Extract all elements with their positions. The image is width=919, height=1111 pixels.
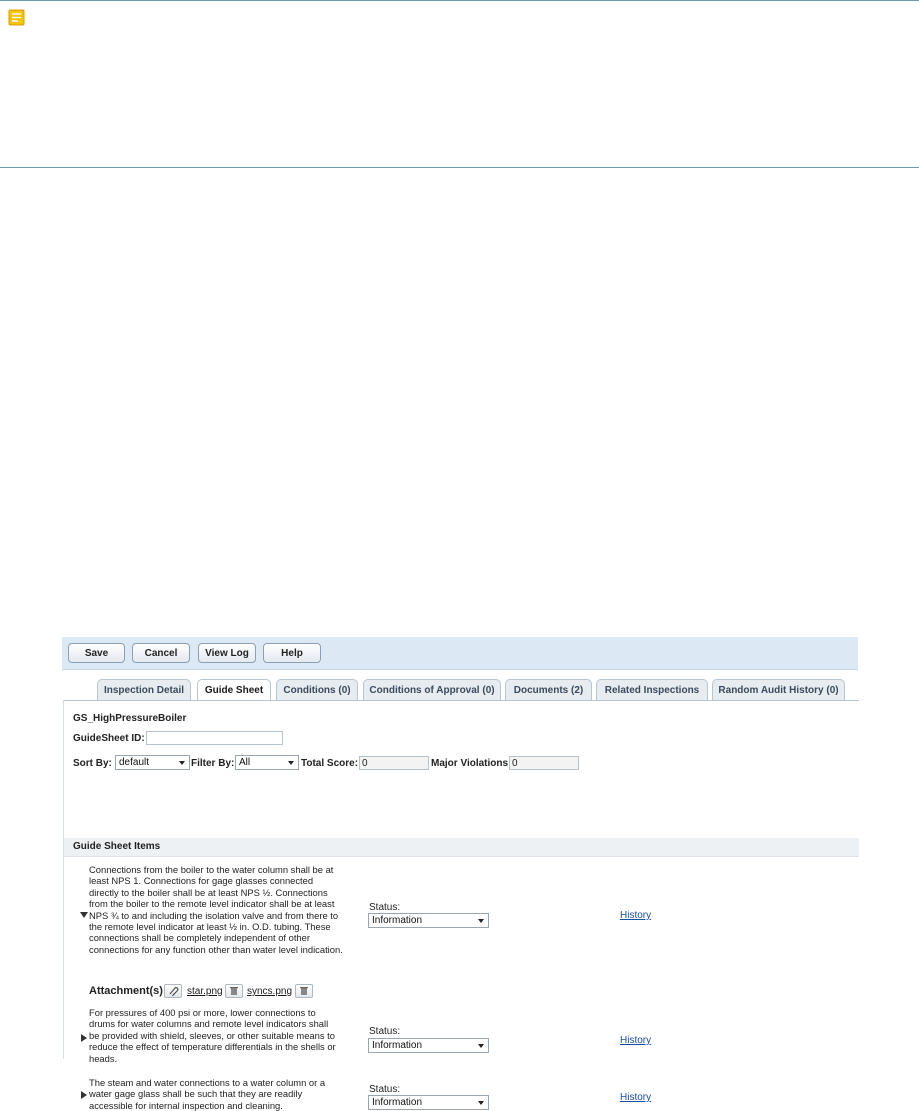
- item-line: drums for water columns and remote level…: [89, 1018, 329, 1030]
- item-line: the remote level indicator at least ½ in…: [89, 921, 331, 933]
- inspection-app: Save Cancel View Log Help Inspection Det…: [62, 637, 859, 1111]
- item-2-status-value: Information: [372, 1040, 423, 1051]
- total-score-value: 0: [362, 758, 368, 769]
- item-line: connections for any function other than …: [89, 943, 343, 955]
- item-2-history-link[interactable]: History: [620, 1035, 651, 1046]
- guidesheet-id-field[interactable]: [146, 731, 283, 745]
- major-violations-field: 0: [509, 756, 579, 770]
- help-button[interactable]: Help: [263, 643, 321, 663]
- chevron-down-icon: [478, 919, 484, 923]
- item-line: directly to the boiler shall be at least…: [89, 886, 328, 898]
- attachment-file-link[interactable]: star.png: [187, 986, 223, 997]
- item-3-history-link[interactable]: History: [620, 1092, 651, 1103]
- view-log-button[interactable]: View Log: [198, 643, 256, 663]
- item-line: NPS ¾ to and including the isolation val…: [89, 909, 339, 921]
- item-line: connections shall be completely independ…: [89, 932, 310, 944]
- note-icon: [8, 9, 25, 26]
- item-line: The steam and water connections to a wat…: [89, 1077, 326, 1088]
- major-violations-value: 0: [512, 758, 518, 769]
- total-score-label: Total Score:: [301, 758, 359, 769]
- save-button[interactable]: Save: [68, 643, 125, 663]
- sort-by-select[interactable]: default: [115, 755, 190, 770]
- attachments-label: Attachment(s) :: [89, 985, 170, 997]
- item-1-status-select[interactable]: Information: [368, 913, 489, 928]
- note-bottom-rule: [0, 167, 919, 168]
- item-line: water gage glass shall be such that they…: [89, 1088, 303, 1100]
- trash-icon[interactable]: [225, 984, 243, 998]
- triangle-right-icon[interactable]: [81, 1091, 87, 1099]
- tab-related-inspections[interactable]: Related Inspections: [596, 679, 708, 701]
- guide-sheet-panel: GS_HighPressureBoiler GuideSheet ID: Sor…: [63, 700, 859, 1111]
- filter-by-label: Filter By:: [191, 758, 235, 769]
- item-line: accessible for internal inspection and c…: [89, 1099, 283, 1111]
- tab-conditions[interactable]: Conditions (0): [276, 679, 358, 701]
- tab-inspection-detail[interactable]: Inspection Detail: [97, 679, 191, 701]
- item-line: For pressures of 400 psi or more, lower …: [89, 1007, 316, 1018]
- guide-sheet-items-header: Guide Sheet Items: [64, 838, 859, 857]
- item-1-history-link[interactable]: History: [620, 910, 651, 921]
- triangle-down-icon[interactable]: [80, 912, 88, 918]
- tab-bar: Inspection Detail Guide Sheet Conditions…: [62, 679, 858, 702]
- guidesheet-name: GS_HighPressureBoiler: [73, 713, 187, 724]
- sort-by-label: Sort By:: [73, 758, 112, 769]
- cancel-button[interactable]: Cancel: [132, 643, 190, 663]
- guide-sheet-items-title: Guide Sheet Items: [73, 841, 161, 852]
- filter-by-value: All: [239, 757, 251, 768]
- triangle-right-icon[interactable]: [81, 1034, 87, 1042]
- toolbar: Save Cancel View Log Help: [62, 637, 858, 670]
- tab-guide-sheet[interactable]: Guide Sheet: [197, 679, 271, 702]
- item-1-status-label: Status:: [369, 902, 401, 913]
- item-line: least NPS 1. Connections for gage glasse…: [89, 875, 314, 887]
- trash-icon[interactable]: [295, 984, 313, 998]
- tab-conditions-of-approval[interactable]: Conditions of Approval (0): [363, 679, 501, 701]
- chevron-down-icon: [478, 1101, 484, 1105]
- note-top-rule: [0, 0, 919, 1]
- item-1-status-value: Information: [372, 915, 423, 926]
- guidesheet-id-label: GuideSheet ID:: [73, 733, 145, 744]
- major-violations-label: Major Violations:: [431, 758, 512, 769]
- total-score-field: 0: [359, 756, 429, 770]
- item-line: reduce the effect of temperature differe…: [89, 1041, 336, 1053]
- chevron-down-icon: [179, 761, 185, 765]
- chevron-down-icon: [288, 761, 294, 765]
- tab-documents[interactable]: Documents (2): [505, 679, 592, 701]
- item-3-status-label: Status:: [369, 1084, 401, 1095]
- item-3-status-value: Information: [372, 1097, 423, 1108]
- sort-by-value: default: [119, 757, 150, 768]
- item-line: Connections from the boiler to the water…: [89, 864, 334, 875]
- item-2-status-select[interactable]: Information: [368, 1038, 489, 1053]
- chevron-down-icon: [478, 1044, 484, 1048]
- item-3-status-select[interactable]: Information: [368, 1095, 489, 1110]
- paperclip-icon[interactable]: [164, 984, 182, 998]
- item-line: be provided with shield, sleeves, or oth…: [89, 1029, 335, 1041]
- item-3-text: The steam and water connections to a wat…: [89, 1077, 359, 1111]
- filter-by-select[interactable]: All: [235, 755, 299, 770]
- item-line: heads.: [89, 1052, 118, 1064]
- attachment-file-link[interactable]: syncs.png: [247, 986, 292, 997]
- tab-random-audit-history[interactable]: Random Audit History (0): [712, 679, 845, 701]
- item-2-status-label: Status:: [369, 1026, 401, 1037]
- item-line: from the boiler to the remote level indi…: [89, 898, 335, 910]
- item-1-text: Connections from the boiler to the water…: [89, 864, 359, 955]
- item-2-text: For pressures of 400 psi or more, lower …: [89, 1007, 359, 1064]
